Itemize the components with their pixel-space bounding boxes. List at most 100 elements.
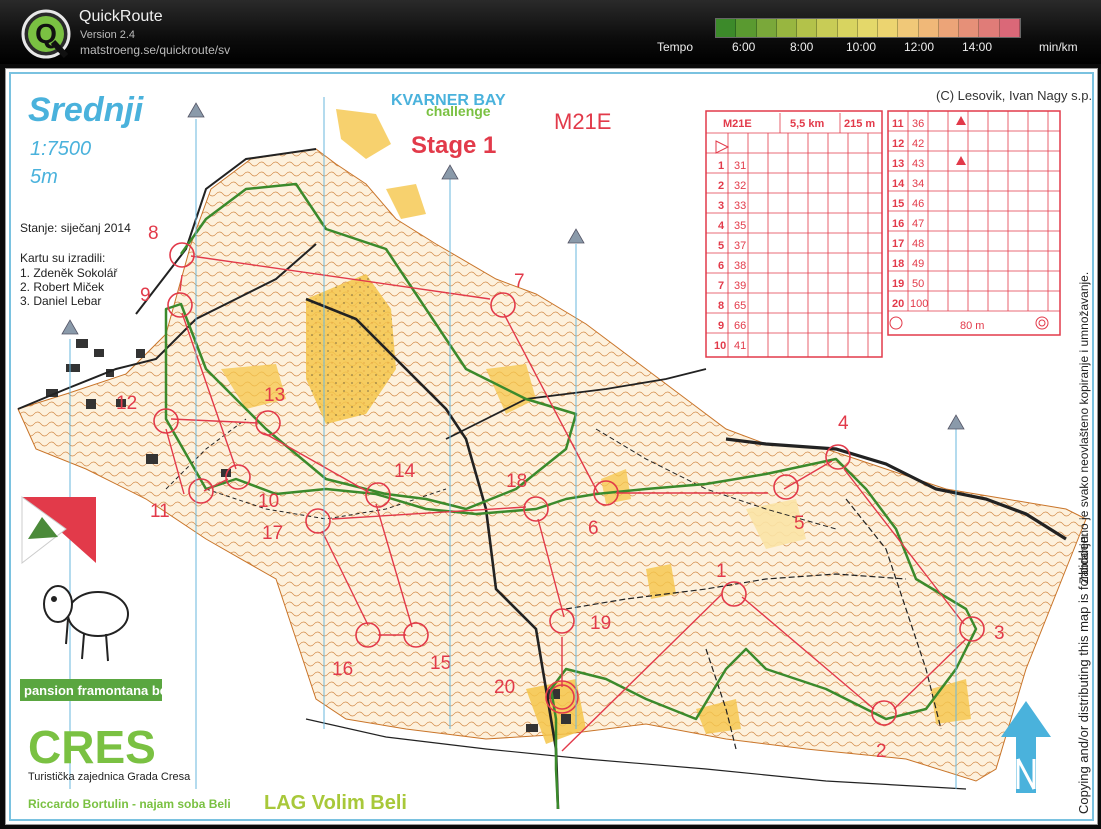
desc-finish-distance: 80 m bbox=[960, 320, 984, 332]
tempo-color-cell bbox=[999, 19, 1020, 37]
desc-control-number: 1 bbox=[718, 160, 724, 172]
desc-control-code: 47 bbox=[912, 218, 924, 230]
map-copyright: (C) Lesovik, Ivan Nagy s.p. bbox=[936, 88, 1092, 103]
desc-control-code: 46 bbox=[912, 198, 924, 210]
tempo-tick: 14:00 bbox=[962, 40, 993, 54]
control-number: 5 bbox=[794, 513, 805, 534]
control-number: 7 bbox=[514, 271, 525, 292]
tempo-color-cell bbox=[736, 19, 757, 37]
desc-control-code: 48 bbox=[912, 238, 924, 250]
ok-logo-text: OK bbox=[46, 543, 66, 558]
ok-club-logo: OK bbox=[21, 496, 96, 565]
desc-control-number: 8 bbox=[718, 300, 724, 312]
tempo-color-scale bbox=[715, 18, 1021, 38]
cres-subtitle: Turistička zajednica Grada Cresa bbox=[28, 771, 191, 783]
control-description-sheet: M21E 5,5 km 215 m 1 31 2 32 3 33 4 35 5 37 63… bbox=[705, 110, 1061, 358]
desc-control-number: 4 bbox=[718, 220, 725, 232]
desc-control-number: 5 bbox=[718, 240, 724, 252]
control-number: 11 bbox=[150, 501, 170, 522]
tempo-color-cell bbox=[817, 19, 838, 37]
app-header: Q QuickRoute Version 2.4 matstroeng.se/q… bbox=[0, 0, 1101, 64]
tempo-label: Tempo bbox=[657, 40, 694, 54]
desc-control-number: 19 bbox=[892, 278, 904, 290]
desc-control-code: 39 bbox=[734, 280, 746, 292]
tempo-color-cell bbox=[959, 19, 980, 37]
desc-control-number: 12 bbox=[892, 138, 904, 150]
desc-control-number: 3 bbox=[718, 200, 724, 212]
control-number: 19 bbox=[590, 613, 611, 634]
made-by-label: Kartu su izradili: bbox=[20, 251, 105, 265]
desc-control-number: 20 bbox=[892, 298, 904, 310]
control-number: 20 bbox=[494, 677, 515, 698]
desc-control-number: 2 bbox=[718, 180, 724, 192]
author: 1. Zdeněk Sokolář bbox=[20, 266, 118, 280]
desc-control-code: 33 bbox=[734, 200, 746, 212]
desc-control-number: 14 bbox=[892, 178, 905, 190]
desc-control-code: 41 bbox=[734, 340, 746, 352]
tempo-color-cell bbox=[797, 19, 818, 37]
control-number: 10 bbox=[258, 491, 279, 512]
control-number: 4 bbox=[838, 413, 849, 434]
tempo-color-cell bbox=[918, 19, 939, 37]
app-version: Version 2.4 bbox=[80, 29, 136, 41]
desc-control-code: 31 bbox=[734, 160, 746, 172]
cres-logo: CRES bbox=[28, 721, 156, 773]
orienteering-map[interactable]: 1 2 3 4 5 6 7 8 9 10 11 12 13 14 15 16 1… bbox=[6, 69, 1097, 824]
control-number: 9 bbox=[140, 285, 151, 306]
desc-control-number: 6 bbox=[718, 260, 724, 272]
author: 3. Daniel Lebar bbox=[20, 294, 101, 308]
lag-sponsor: LAG Volim Beli bbox=[264, 792, 407, 814]
control-number: 1 bbox=[716, 561, 727, 582]
sheep-logo-icon bbox=[43, 585, 129, 662]
category-label: M21E bbox=[554, 109, 611, 134]
riccardo-sponsor: Riccardo Bortulin - najam soba Beli bbox=[28, 797, 231, 811]
tempo-color-cell bbox=[878, 19, 899, 37]
desc-control-code: 43 bbox=[912, 158, 924, 170]
contour-interval: 5m bbox=[30, 166, 58, 188]
desc-control-number: 7 bbox=[718, 280, 724, 292]
desc-control-code: 42 bbox=[912, 138, 924, 150]
map-scale: 1:7500 bbox=[30, 138, 91, 160]
desc-control-number: 9 bbox=[718, 320, 724, 332]
desc-control-code: 66 bbox=[734, 320, 746, 332]
desc-control-code: 37 bbox=[734, 240, 746, 252]
control-number: 13 bbox=[264, 385, 285, 406]
tempo-tick: 12:00 bbox=[904, 40, 935, 54]
app-url: matstroeng.se/quickroute/sv bbox=[80, 43, 231, 57]
control-number: 8 bbox=[148, 223, 159, 244]
desc-control-number: 11 bbox=[892, 118, 904, 130]
app-title: QuickRoute bbox=[79, 8, 163, 25]
event-subtitle: challenge bbox=[426, 103, 491, 119]
map-canvas[interactable]: 1 2 3 4 5 6 7 8 9 10 11 12 13 14 15 16 1… bbox=[5, 68, 1098, 825]
control-number: 2 bbox=[876, 741, 887, 762]
desc-control-code: 34 bbox=[912, 178, 924, 190]
tempo-unit: min/km bbox=[1039, 40, 1078, 54]
desc-control-number: 13 bbox=[892, 158, 904, 170]
desc-control-number: 15 bbox=[892, 198, 904, 210]
tempo-color-cell bbox=[938, 19, 960, 37]
control-number: 3 bbox=[994, 623, 1005, 644]
tempo-tick: 10:00 bbox=[846, 40, 877, 54]
control-number: 6 bbox=[588, 518, 599, 539]
desc-climb: 215 m bbox=[844, 118, 875, 130]
tempo-color-cell bbox=[857, 19, 879, 37]
desc-control-code: 65 bbox=[734, 300, 746, 312]
tempo-color-cell bbox=[837, 19, 858, 37]
copy-warning-hr: Zabranjeno je svako neovlašteno kopiranj… bbox=[1077, 272, 1091, 584]
desc-control-number: 17 bbox=[892, 238, 904, 250]
tempo-color-cell bbox=[716, 19, 737, 37]
tempo-color-cell bbox=[979, 19, 1000, 37]
desc-control-code: 38 bbox=[734, 260, 746, 272]
tempo-color-cell bbox=[776, 19, 798, 37]
desc-control-code: 36 bbox=[912, 118, 924, 130]
control-number: 12 bbox=[116, 393, 137, 414]
desc-control-code: 32 bbox=[734, 180, 746, 192]
desc-control-number: 18 bbox=[892, 258, 904, 270]
author: 2. Robert Miček bbox=[20, 280, 105, 294]
tempo-color-cell bbox=[898, 19, 919, 37]
map-status: Stanje: siječanj 2014 bbox=[20, 221, 131, 235]
desc-control-code: 35 bbox=[734, 220, 746, 232]
control-number: 15 bbox=[430, 653, 451, 674]
control-number: 16 bbox=[332, 659, 353, 680]
desc-control-number: 10 bbox=[714, 340, 726, 352]
